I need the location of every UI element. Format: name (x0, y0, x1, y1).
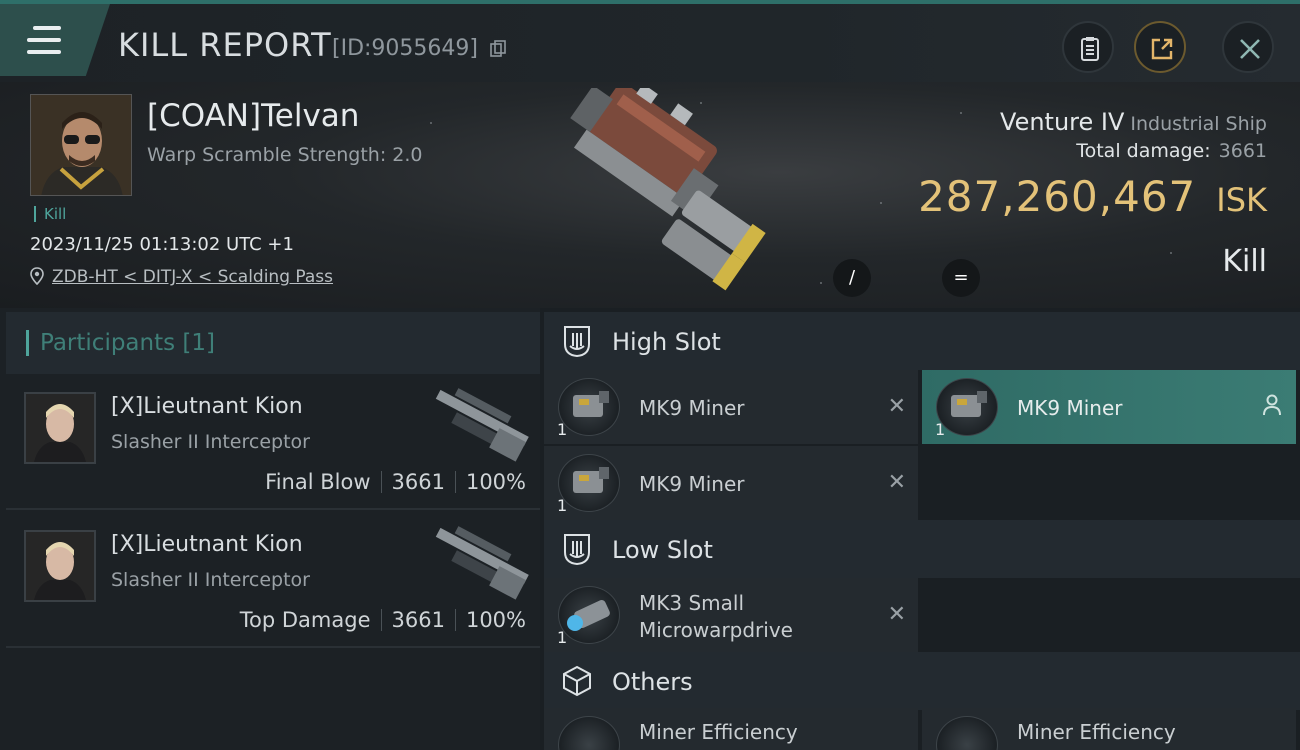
total-damage-label: Total damage: (1076, 140, 1211, 162)
participant-percent: 100% (465, 470, 526, 494)
module-name: MK9 Miner (1017, 396, 1123, 420)
participant-ship: Slasher II Interceptor (111, 569, 310, 591)
cube-icon (563, 665, 591, 697)
participants-title: Participants [1] (40, 330, 216, 356)
victim-name[interactable]: [COAN]Telvan (147, 98, 359, 134)
isk-unit: ISK (1216, 181, 1267, 219)
low-slot-header: Low Slot (544, 520, 1300, 578)
menu-button[interactable] (0, 4, 110, 76)
destroyed-x-icon: ✕ (887, 394, 906, 419)
kill-tag: Kill (34, 206, 66, 222)
participant-damage: 3661 (391, 470, 445, 494)
low-slot-icon (564, 534, 590, 566)
victim-ship-image (570, 88, 766, 291)
victim-ship-name[interactable]: Venture IV (1000, 108, 1124, 136)
participants-header[interactable]: Participants [1] (6, 312, 540, 374)
module-name: Miner Efficiency (639, 720, 798, 744)
module-quantity: 1 (557, 496, 568, 515)
module-item[interactable]: 1 MK9 Miner ✕ (544, 446, 918, 520)
isk-value-line: 287,260,467 ISK (918, 172, 1267, 221)
high-slot-icon (564, 326, 590, 358)
share-button[interactable] (1134, 21, 1186, 73)
kill-location[interactable]: ZDB-HT < DITJ-X < Scalding Pass (30, 267, 333, 287)
module-quantity: 1 (557, 420, 568, 439)
participants-panel: Participants [1] [X]Lieutnant Kion Slash… (0, 308, 540, 750)
participant-role: Final Blow (265, 470, 371, 494)
kill-timestamp: 2023/11/25 01:13:02 UTC +1 (30, 234, 294, 255)
miner-module-icon (936, 378, 998, 436)
participant-ship-image (435, 388, 529, 462)
share-icon (1151, 38, 1173, 60)
participants-count: [1] (182, 330, 216, 356)
page-title: KILL REPORT (118, 26, 332, 64)
module-quantity: 1 (935, 420, 946, 439)
module-item[interactable]: Miner Efficiency (544, 708, 918, 750)
victim-panel: [COAN]Telvan Warp Scramble Strength: 2.0… (0, 82, 1300, 308)
module-icon (558, 716, 620, 750)
module-quantity: 1 (557, 628, 568, 647)
high-slot-label: High Slot (612, 328, 721, 356)
destroyed-x-icon: ✕ (887, 470, 906, 495)
participant-stats: Top Damage 3661 100% (240, 608, 526, 632)
participant-row[interactable]: [X]Lieutnant Kion Slasher II Interceptor… (6, 512, 540, 648)
clipboard-button[interactable] (1062, 21, 1114, 73)
participant-damage: 3661 (391, 608, 445, 632)
others-label: Others (612, 668, 693, 696)
participant-name[interactable]: [X]Lieutnant Kion (111, 394, 303, 419)
close-icon (1240, 39, 1260, 59)
participant-row[interactable]: [X]Lieutnant Kion Slasher II Interceptor… (6, 374, 540, 510)
clipboard-icon (1081, 37, 1099, 61)
module-name: Miner Efficiency (1017, 720, 1176, 744)
destroyed-x-icon: ✕ (887, 602, 906, 627)
low-slot-label: Low Slot (612, 536, 713, 564)
hamburger-icon (27, 26, 61, 54)
others-header: Others (544, 652, 1300, 710)
module-item[interactable]: 1 MK9 Miner ✕ (544, 370, 918, 444)
participant-name[interactable]: [X]Lieutnant Kion (111, 532, 303, 557)
close-button[interactable] (1222, 21, 1274, 73)
kill-result: Kill (1222, 244, 1267, 279)
module-icon (936, 716, 998, 750)
victim-portrait[interactable] (30, 94, 132, 196)
participant-role: Top Damage (239, 608, 371, 632)
module-name: MK3 Small Microwarpdrive (639, 591, 793, 642)
isk-value: 287,260,467 (918, 172, 1197, 221)
location-text: ZDB-HT < DITJ-X < Scalding Pass (52, 267, 334, 287)
module-name: MK9 Miner (639, 472, 745, 496)
victim-ship-class: Industrial Ship (1130, 113, 1267, 135)
microwarpdrive-module-icon (558, 586, 620, 644)
fitting-panel: High Slot 1 MK9 Miner ✕ 1 MK9 Miner 1 MK… (540, 308, 1300, 750)
warp-scramble-strength: Warp Scramble Strength: 2.0 (147, 144, 423, 166)
participant-stats: Final Blow 3661 100% (265, 470, 526, 494)
miner-module-icon (558, 454, 620, 512)
total-damage-value: 3661 (1218, 140, 1267, 162)
module-name: MK9 Miner (639, 396, 745, 420)
ship-view-button-right[interactable]: = (942, 259, 980, 297)
victim-ship-line: Venture IV Industrial Ship (1000, 108, 1267, 136)
location-pin-icon (30, 267, 44, 285)
participant-percent: 100% (465, 608, 526, 632)
miner-module-icon (558, 378, 620, 436)
module-item[interactable]: 1 MK9 Miner (922, 370, 1296, 444)
participant-ship-image (435, 526, 529, 600)
ship-view-button-left[interactable]: / (833, 259, 871, 297)
module-item[interactable]: Miner Efficiency (922, 708, 1296, 750)
person-icon[interactable] (1262, 394, 1282, 416)
participant-avatar[interactable] (24, 392, 96, 464)
total-damage-line: Total damage: 3661 (1076, 140, 1267, 162)
high-slot-header: High Slot (544, 312, 1300, 370)
participant-ship: Slasher II Interceptor (111, 431, 310, 453)
participant-avatar[interactable] (24, 530, 96, 602)
module-item[interactable]: 1 MK3 Small Microwarpdrive ✕ (544, 578, 918, 652)
header-bar: KILL REPORT [ID:9055649] (0, 4, 1300, 82)
copy-icon[interactable] (489, 40, 507, 58)
report-id: [ID:9055649] (332, 36, 478, 61)
